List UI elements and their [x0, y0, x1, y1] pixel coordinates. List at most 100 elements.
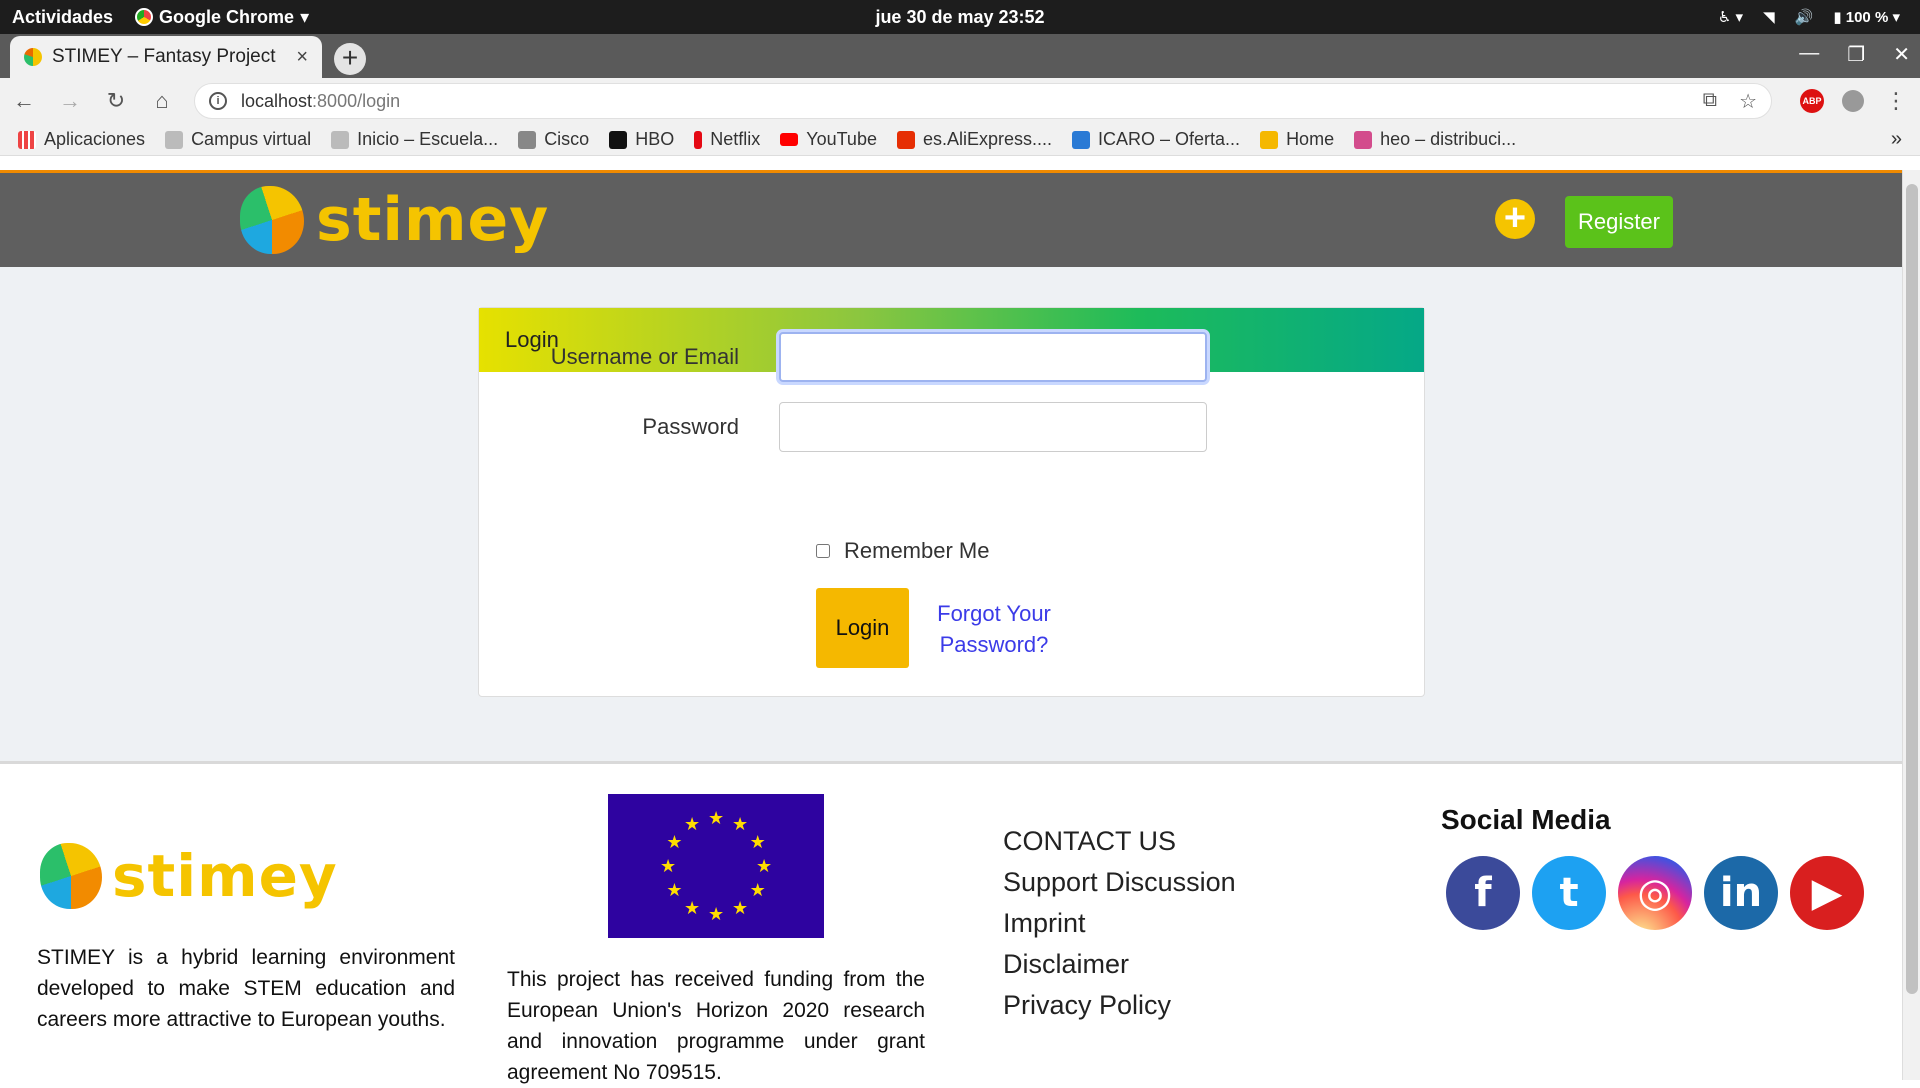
plus-icon[interactable]: +: [1495, 199, 1535, 239]
bookmark-escuela[interactable]: Inicio – Escuela...: [331, 129, 498, 150]
tab-title: STIMEY – Fantasy Project: [52, 46, 276, 67]
page-scrollbar[interactable]: [1902, 170, 1920, 1080]
netflix-icon: [694, 130, 703, 149]
accessibility-icon[interactable]: ♿ ▾: [1718, 8, 1743, 26]
social-media-title: Social Media: [1441, 804, 1611, 835]
eu-star-icon: ★: [732, 814, 749, 835]
wifi-icon[interactable]: ◥: [1763, 8, 1775, 26]
bookmark-label: heo – distribuci...: [1380, 129, 1517, 149]
new-tab-button[interactable]: +: [334, 43, 366, 75]
address-bar[interactable]: i localhost:8000/login ⧉ ☆: [194, 83, 1772, 119]
username-row: Username or Email: [479, 332, 1207, 382]
maximize-icon[interactable]: ❐: [1847, 42, 1865, 67]
translate-icon[interactable]: ⧉: [1703, 89, 1717, 114]
instagram-icon[interactable]: ◎: [1618, 856, 1692, 930]
contact-us-link[interactable]: CONTACT US: [1003, 824, 1236, 858]
bookmark-netflix[interactable]: Netflix: [694, 129, 760, 150]
activities-button[interactable]: Actividades: [12, 7, 113, 28]
url-path: :8000/login: [312, 90, 401, 111]
forgot-password-link[interactable]: Forgot Your Password?: [929, 598, 1059, 660]
bookmark-apps[interactable]: Aplicaciones: [18, 129, 145, 150]
volume-icon[interactable]: 🔊: [1795, 8, 1814, 26]
disclaimer-link[interactable]: Disclaimer: [1003, 947, 1236, 981]
facebook-icon[interactable]: f: [1446, 856, 1520, 930]
linkedin-icon[interactable]: in: [1704, 856, 1778, 930]
remember-me: Remember Me: [816, 538, 989, 564]
home-box-icon: [1260, 130, 1279, 149]
eu-star-icon: ★: [684, 897, 701, 918]
username-input[interactable]: [779, 332, 1207, 382]
password-input[interactable]: [779, 402, 1207, 452]
privacy-policy-link[interactable]: Privacy Policy: [1003, 988, 1236, 1022]
bookmark-star-icon[interactable]: ☆: [1739, 89, 1757, 114]
twitter-icon[interactable]: t: [1532, 856, 1606, 930]
footer-funding: This project has received funding from t…: [507, 968, 925, 1084]
close-window-icon[interactable]: ✕: [1893, 42, 1910, 67]
bookmark-home[interactable]: Home: [1260, 129, 1334, 150]
eu-star-icon: ★: [708, 904, 725, 924]
remember-me-checkbox[interactable]: [816, 544, 830, 558]
bookmark-label: YouTube: [806, 129, 877, 149]
tab-stimey[interactable]: STIMEY – Fantasy Project ×: [10, 36, 322, 78]
bookmark-youtube[interactable]: YouTube: [780, 129, 877, 150]
bookmark-hbo[interactable]: HBO: [609, 129, 674, 150]
main-content: Login Username or Email Password Remembe…: [0, 267, 1902, 761]
stimey-logo[interactable]: stimey: [240, 185, 549, 255]
bookmark-heo[interactable]: heo – distribuci...: [1354, 129, 1516, 150]
reload-icon[interactable]: ↻: [102, 88, 130, 114]
app-menu[interactable]: Google Chrome ▾: [135, 7, 309, 28]
eu-star-icon: ★: [660, 856, 677, 876]
browser-toolbar: ← → ↻ ⌂ i localhost:8000/login ⧉ ☆ ABP ⋮: [0, 78, 1920, 124]
youtube-icon[interactable]: ▶: [1790, 856, 1864, 930]
hbo-icon: [609, 130, 628, 149]
imprint-link[interactable]: Imprint: [1003, 906, 1236, 940]
password-label: Password: [642, 414, 739, 439]
forgot-line-2: Password?: [939, 632, 1049, 657]
footer-logo-text: stimey: [112, 842, 338, 910]
minimize-icon[interactable]: —: [1799, 42, 1819, 67]
tab-strip: STIMEY – Fantasy Project × + — ❐ ✕: [0, 34, 1920, 78]
adblock-icon[interactable]: ABP: [1800, 89, 1824, 113]
bookmark-aliexpress[interactable]: es.AliExpress....: [896, 129, 1052, 150]
aliexpress-icon: [896, 130, 915, 149]
stimey-favicon-icon: [24, 48, 42, 66]
clock[interactable]: jue 30 de may 23:52: [875, 7, 1044, 27]
back-icon[interactable]: ←: [10, 88, 38, 114]
battery-status[interactable]: ▮ 100 % ▾: [1833, 8, 1900, 26]
eu-star-icon: ★: [756, 856, 773, 876]
bookmark-label: Campus virtual: [191, 129, 312, 149]
bookmarks-bar: Aplicaciones Campus virtual Inicio – Esc…: [0, 124, 1920, 156]
campus-icon: [165, 130, 184, 149]
heo-icon: [1354, 130, 1373, 149]
support-discussion-link[interactable]: Support Discussion: [1003, 865, 1236, 899]
os-top-bar: Actividades Google Chrome ▾ jue 30 de ma…: [0, 0, 1920, 34]
home-icon[interactable]: ⌂: [148, 88, 176, 114]
bookmark-icaro[interactable]: ICARO – Oferta...: [1072, 129, 1240, 150]
apps-grid-icon: [18, 130, 36, 149]
more-bookmarks-button[interactable]: »: [1891, 128, 1902, 151]
cisco-icon: [518, 130, 537, 149]
icaro-icon: [1072, 130, 1091, 149]
login-button[interactable]: Login: [816, 588, 909, 668]
bookmark-campus[interactable]: Campus virtual: [165, 129, 311, 150]
footer-logo: stimey: [40, 842, 338, 910]
eu-star-icon: ★: [749, 832, 766, 852]
scrollbar-thumb[interactable]: [1906, 184, 1918, 994]
site-info-icon[interactable]: i: [209, 92, 227, 110]
bookmark-label: ICARO – Oferta...: [1098, 129, 1241, 149]
profile-avatar[interactable]: [1842, 90, 1864, 112]
eu-flag-icon: ★ ★ ★ ★ ★ ★ ★ ★ ★ ★ ★ ★: [608, 794, 824, 938]
bookmark-cisco[interactable]: Cisco: [518, 129, 589, 150]
battery-level: 100 %: [1845, 9, 1889, 26]
register-button[interactable]: Register: [1565, 196, 1673, 248]
youtube-icon: [780, 133, 799, 146]
brain-logo-icon: [40, 843, 102, 909]
bookmark-label: HBO: [635, 129, 675, 149]
chrome-menu-icon[interactable]: ⋮: [1882, 88, 1910, 114]
close-tab-icon[interactable]: ×: [296, 46, 308, 69]
remember-me-label[interactable]: Remember Me: [844, 538, 989, 564]
eu-star-icon: ★: [684, 814, 701, 835]
eu-star-icon: ★: [708, 808, 725, 828]
logo-text: stimey: [316, 185, 550, 255]
forward-icon[interactable]: →: [56, 88, 84, 114]
